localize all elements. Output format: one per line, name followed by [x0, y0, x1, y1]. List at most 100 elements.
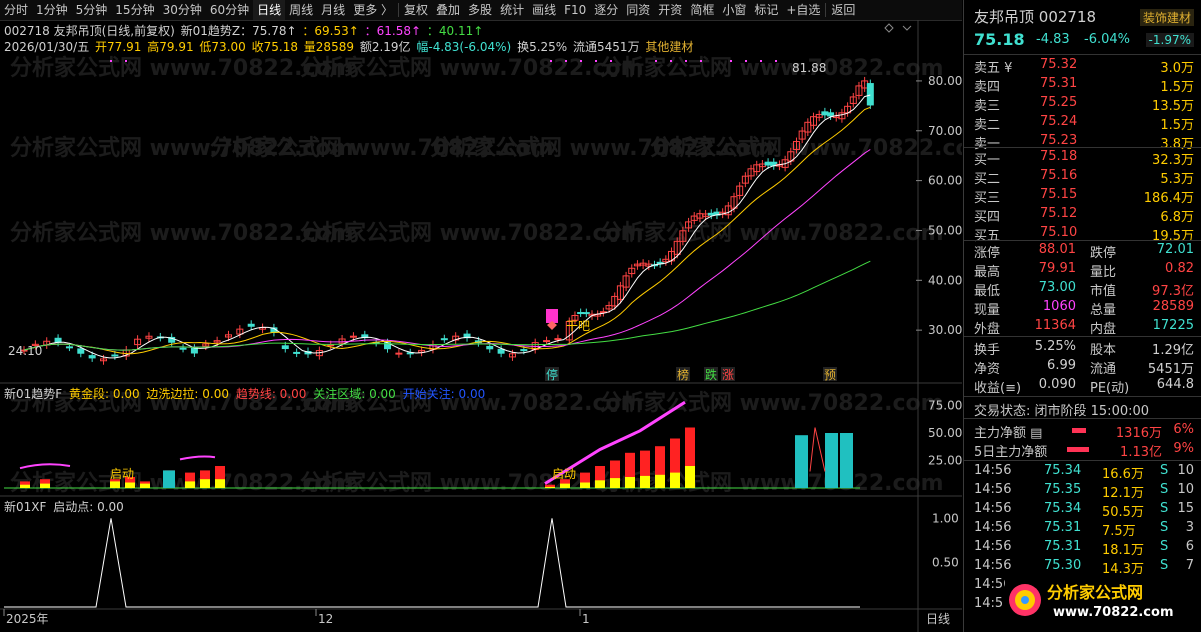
top-dot — [655, 60, 657, 62]
tick-count: 6 — [1185, 539, 1194, 554]
flow2-pct: 9% — [1173, 441, 1194, 456]
sub1-tick-0: 75.00 — [928, 399, 962, 413]
sub1-trend-1 — [19, 463, 71, 470]
sub1-bar-cyan-0 — [795, 435, 808, 488]
ask-volume: 1.5万 — [1160, 118, 1194, 133]
trade-status: 交易状态: 闭市阶段 15:00:00 — [974, 404, 1150, 419]
ma-line-2 — [23, 149, 871, 351]
top-dot — [550, 60, 552, 62]
top-dot — [110, 60, 112, 62]
sub1-trend-4 — [809, 427, 826, 472]
bid-price[interactable]: 75.15 — [1040, 187, 1077, 202]
stat2-value: 6.99 — [1047, 358, 1076, 373]
sub1-bar-yellow — [560, 483, 570, 488]
panel-stock-title: 友邦吊顶 002718 — [974, 6, 1096, 27]
flow1-bar — [1072, 428, 1086, 433]
sub2-label: 新01XF 启动点: 0.00 — [4, 498, 127, 515]
watermark-6: 分析家公式网 www.70822.com — [600, 220, 944, 246]
tick-price: 75.31 — [1044, 520, 1082, 535]
ask-label: 卖三 — [974, 99, 1001, 114]
price-change-pct: -6.04% — [1084, 32, 1130, 47]
candle-body — [764, 161, 772, 166]
sub1-bar-yellow — [685, 466, 695, 488]
tick-amount: 14.3万 — [1102, 562, 1144, 577]
candle-body — [111, 354, 119, 357]
ask-price[interactable]: 75.25 — [1040, 95, 1077, 110]
tick-side: S — [1160, 482, 1169, 497]
tick-price: 75.31 — [1044, 539, 1082, 554]
stat-value-2: 0.82 — [1165, 261, 1194, 276]
tick-time: 14:5 — [974, 596, 1004, 611]
bid-label: 买四 — [974, 210, 1001, 225]
flow2-row: 5日主力净额 1.13亿 9% — [964, 440, 1201, 460]
sub1-bar-yellow — [610, 478, 620, 488]
tick-side: S — [1160, 463, 1169, 478]
sub1-tick-1: 50.00 — [928, 426, 962, 440]
bid-row-2: 买三 75.15 186.4万 — [964, 186, 1201, 206]
bid-price[interactable]: 75.16 — [1040, 168, 1077, 183]
candle-body — [577, 312, 585, 315]
stat-label-2: 总量 — [1090, 303, 1117, 318]
top-dot — [595, 60, 597, 62]
stat2-row-2: 收益(≡) 0.090 PE(动) 644.8 — [964, 376, 1201, 396]
top-dot — [745, 60, 747, 62]
sub1-bar-yellow — [580, 482, 590, 488]
stat-value: 79.91 — [1038, 261, 1076, 276]
ask-volume: 13.5万 — [1152, 99, 1194, 114]
bid-price[interactable]: 75.18 — [1040, 149, 1077, 164]
tick-side: S — [1160, 539, 1169, 554]
ytick-label-4: 40.00 — [928, 273, 962, 287]
tick-time: 14:56 — [974, 539, 1012, 554]
top-dot — [610, 60, 612, 62]
candle-body — [77, 348, 85, 354]
sub1-bar-yellow — [640, 475, 650, 488]
bid-volume: 5.3万 — [1160, 172, 1194, 187]
stat2-value-2: 5451万 — [1147, 362, 1194, 377]
bid-price[interactable]: 75.10 — [1040, 225, 1077, 240]
stat2-value: 0.090 — [1038, 377, 1076, 392]
ask-price[interactable]: 75.32 — [1040, 57, 1077, 72]
stat-value: 1060 — [1042, 299, 1076, 314]
tick-time: 14:56 — [974, 501, 1012, 516]
stat-label: 最低 — [974, 284, 1001, 299]
sector-tag[interactable]: 装饰建材 — [1139, 9, 1194, 26]
stat-row-0: 涨停 88.01 跌停 72.01 — [964, 241, 1201, 261]
ask-price[interactable]: 75.31 — [1040, 76, 1077, 91]
watermark-9: 分析家公式网 www.70822.com — [600, 470, 944, 496]
sub1-name: 新01趋势F — [4, 387, 63, 401]
sub2-name: 新01XF — [4, 500, 47, 514]
watermark-12: 分析家公式网 www.70822.com — [600, 55, 944, 81]
tick-price: 75.35 — [1044, 482, 1082, 497]
bid-price[interactable]: 75.12 — [1040, 206, 1077, 221]
marker-2: 跌 — [705, 367, 717, 382]
flow2-bar — [1067, 447, 1089, 452]
top-dot — [565, 60, 567, 62]
stat2-label: 换手 — [974, 343, 1001, 358]
stat-value: 88.01 — [1038, 242, 1076, 257]
candle-body — [440, 338, 448, 341]
stat-label: 现量 — [974, 303, 1001, 318]
logo-text: 分析家公式网 — [1047, 583, 1143, 602]
stat-value-2: 17225 — [1152, 318, 1194, 333]
ask-price[interactable]: 75.23 — [1040, 133, 1077, 148]
sub1-bar-yellow — [110, 481, 120, 488]
kline-chart[interactable]: 分析家公式网 www.70822.com 分析家公式网 www.70822.com… — [0, 0, 962, 632]
stat-label-2: 市值 — [1090, 284, 1117, 299]
xaxis-period: 日线 — [926, 612, 950, 626]
tick-amount: 7.5万 — [1102, 524, 1136, 539]
top-dot — [580, 60, 582, 62]
candle-body — [707, 212, 715, 216]
stat-label-2: 内盘 — [1090, 322, 1117, 337]
stat2-row-0: 换手 5.25% 股本 1.29亿 — [964, 338, 1201, 358]
sub2-tick-0: 1.00 — [932, 511, 959, 525]
high-label: 81.88 — [792, 61, 826, 75]
ask-price[interactable]: 75.24 — [1040, 114, 1077, 129]
logo-mark-icon — [1009, 584, 1041, 616]
ytick-label-5: 30.00 — [928, 323, 962, 337]
stat2-value-2: 1.29亿 — [1152, 343, 1194, 358]
status-row: 交易状态: 闭市阶段 15:00:00 — [964, 399, 1201, 419]
candle-body — [554, 338, 562, 341]
low-label: 24.10 — [8, 344, 42, 358]
tick-amount: 16.6万 — [1102, 467, 1144, 482]
sub1-bar-yellow — [125, 482, 135, 488]
